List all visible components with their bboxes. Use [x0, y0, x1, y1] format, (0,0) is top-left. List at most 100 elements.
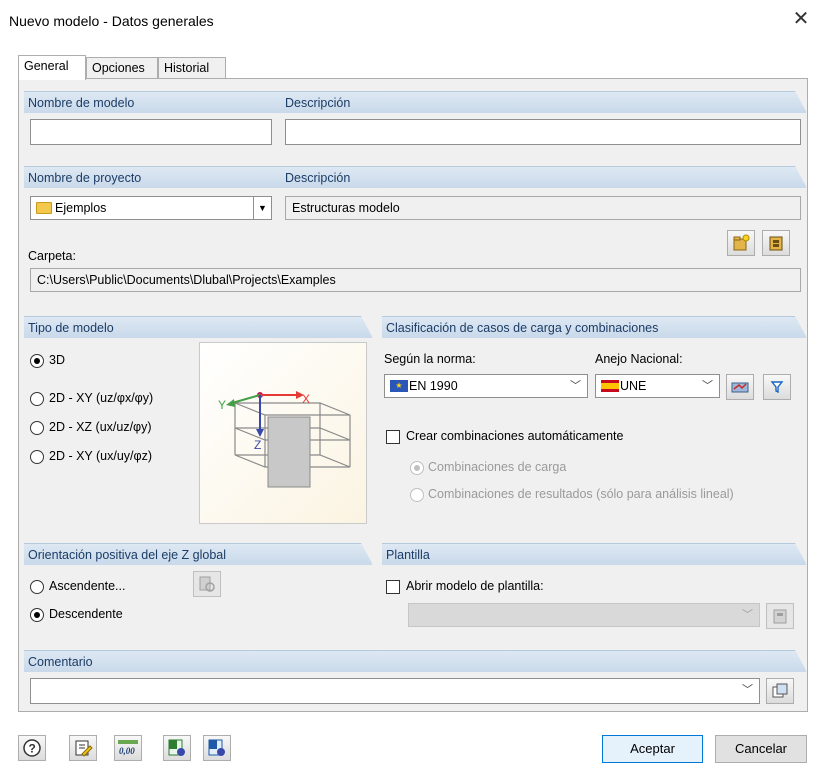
- template-group: Plantilla Abrir modelo de plantilla: ﹀: [382, 543, 807, 631]
- radio-2d-xy-ux-label: 2D - XY (ux/uy/φz): [49, 449, 153, 463]
- classification-group: Clasificación de casos de carga y combin…: [382, 316, 807, 526]
- template-select[interactable]: ﹀: [408, 603, 760, 627]
- comment-header: Comentario: [24, 650, 807, 672]
- classification-header: Clasificación de casos de carga y combin…: [382, 316, 807, 338]
- help-icon: ?: [23, 739, 41, 757]
- template-folder-icon: [773, 609, 787, 624]
- axis-x-label: X: [302, 392, 310, 406]
- units-text: 0,00: [119, 746, 135, 756]
- comment-edit-button[interactable]: [766, 678, 794, 704]
- model-type-header: Tipo de modelo: [24, 316, 373, 338]
- axis-y-label: Y: [218, 398, 226, 412]
- cancel-button[interactable]: Cancelar: [715, 735, 807, 763]
- project-name-label: Nombre de proyecto: [28, 171, 142, 185]
- comment-title: Comentario: [28, 655, 93, 669]
- tab-opciones[interactable]: Opciones: [86, 57, 158, 79]
- accept-button-label: Aceptar: [630, 741, 675, 756]
- radio-3d-label: 3D: [49, 353, 65, 367]
- annex-select[interactable]: UNE ﹀: [595, 374, 720, 398]
- structure-3d-icon: X Y Z: [218, 391, 351, 488]
- annex-edit-icon: [731, 382, 749, 393]
- auto-combinations-checkbox[interactable]: [386, 430, 400, 444]
- svg-text:?: ?: [29, 742, 36, 756]
- radio-ascending[interactable]: [30, 580, 44, 594]
- radio-2d-xz-label: 2D - XZ (ux/uz/φy): [49, 420, 152, 434]
- radio-descending[interactable]: [30, 608, 44, 622]
- edit-icon: [75, 740, 93, 757]
- edit-button[interactable]: [69, 735, 97, 761]
- folder-label: Carpeta:: [28, 249, 76, 263]
- template-header: Plantilla: [382, 543, 807, 565]
- radio-2d-xy-uz[interactable]: [30, 392, 44, 406]
- model-type-group: Tipo de modelo 3D 2D - XY (uz/φx/φy) 2D …: [24, 316, 373, 526]
- norm-label: Según la norma:: [384, 352, 476, 366]
- axis-z-label: Z: [254, 438, 261, 452]
- tab-strip: General Opciones Historial: [18, 55, 808, 80]
- radio-3d[interactable]: [30, 354, 44, 368]
- project-group: Nombre de proyecto Descripción Ejemplos …: [24, 166, 807, 302]
- norm-select[interactable]: ★ EN 1990 ﹀: [384, 374, 588, 398]
- norm-select-value: EN 1990: [409, 379, 458, 393]
- units-icon: 0,00: [118, 740, 138, 756]
- radio-2d-xz[interactable]: [30, 421, 44, 435]
- template-label: Abrir modelo de plantilla:: [406, 579, 544, 593]
- tab-general[interactable]: General: [18, 55, 86, 80]
- radio-descending-label: Descendente: [49, 607, 123, 621]
- project-desc-label: Descripción: [285, 171, 351, 185]
- excel-icon: [168, 739, 185, 756]
- export-excel-button[interactable]: [163, 735, 191, 761]
- orientation-group: Orientación positiva del eje Z global As…: [24, 543, 373, 631]
- model-type-title: Tipo de modelo: [28, 321, 114, 335]
- comment-group: Comentario ﹀: [24, 650, 807, 706]
- model-name-input[interactable]: [30, 119, 272, 145]
- project-select[interactable]: Ejemplos ▼: [30, 196, 272, 220]
- filter-icon: [770, 381, 784, 394]
- tab-historial[interactable]: Historial: [158, 57, 226, 79]
- radio-load-combinations[interactable]: [410, 461, 424, 475]
- tab-general-label: General: [24, 59, 69, 73]
- new-project-icon: [733, 234, 750, 251]
- window-title: Nuevo modelo - Datos generales: [9, 13, 214, 29]
- chevron-down-icon[interactable]: ﹀: [742, 604, 753, 626]
- template-checkbox[interactable]: [386, 580, 400, 594]
- project-manager-icon: [769, 236, 783, 251]
- model-group: Nombre de modelo Descripción: [24, 91, 807, 155]
- tab-historial-label: Historial: [164, 61, 210, 75]
- new-project-button[interactable]: [727, 230, 755, 256]
- chevron-down-icon[interactable]: ﹀: [702, 375, 713, 397]
- cancel-button-label: Cancelar: [734, 741, 788, 756]
- settings-disabled-icon: [199, 576, 215, 592]
- ascending-settings-button[interactable]: [193, 571, 221, 597]
- units-button[interactable]: 0,00: [114, 735, 142, 761]
- model-desc-label: Descripción: [285, 96, 351, 110]
- model-group-header: Nombre de modelo Descripción: [24, 91, 807, 113]
- radio-ascending-label: Ascendente...: [49, 579, 126, 593]
- radio-2d-xy-uz-label: 2D - XY (uz/φx/φy): [49, 391, 154, 405]
- radio-result-combinations[interactable]: [410, 488, 424, 502]
- template-browse-button[interactable]: [766, 603, 794, 629]
- folder-path-field: C:\Users\Public\Documents\Dlubal\Project…: [30, 268, 801, 292]
- chevron-down-icon[interactable]: ﹀: [570, 375, 581, 397]
- radio-load-combinations-label: Combinaciones de carga: [428, 460, 567, 474]
- help-button[interactable]: ?: [18, 735, 46, 761]
- auto-combinations-label: Crear combinaciones automáticamente: [406, 429, 624, 443]
- filter-button[interactable]: [763, 374, 791, 400]
- orientation-title: Orientación positiva del eje Z global: [28, 548, 227, 562]
- project-group-header: Nombre de proyecto Descripción: [24, 166, 807, 188]
- project-manager-button[interactable]: [762, 230, 790, 256]
- chevron-down-icon[interactable]: ﹀: [742, 679, 753, 701]
- model-name-label: Nombre de modelo: [28, 96, 135, 110]
- accept-button[interactable]: Aceptar: [602, 735, 703, 763]
- annex-label: Anejo Nacional:: [595, 352, 683, 366]
- comment-select[interactable]: ﹀: [30, 678, 760, 704]
- project-select-value: Ejemplos: [55, 201, 107, 215]
- radio-2d-xy-ux[interactable]: [30, 450, 44, 464]
- annex-settings-button[interactable]: [726, 374, 754, 400]
- model-description-input[interactable]: [285, 119, 801, 145]
- classification-title: Clasificación de casos de carga y combin…: [386, 321, 659, 335]
- close-icon[interactable]: ✕: [790, 8, 812, 30]
- orientation-header: Orientación positiva del eje Z global: [24, 543, 373, 565]
- chevron-down-icon[interactable]: ▼: [253, 197, 271, 219]
- annex-select-value: UNE: [620, 379, 647, 393]
- export-word-button[interactable]: [203, 735, 231, 761]
